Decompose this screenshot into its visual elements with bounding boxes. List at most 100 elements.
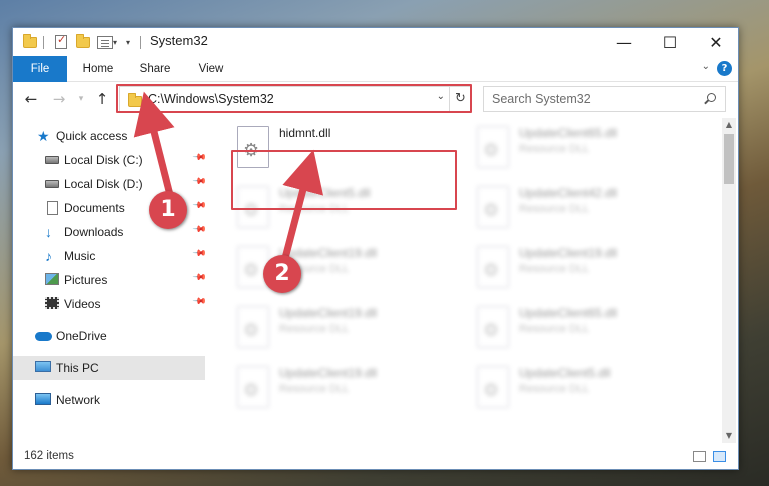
dll-file-icon	[477, 306, 509, 348]
window-folder-icon	[23, 33, 37, 50]
file-item[interactable]: UpdateClient42.dll Resource DLL	[473, 182, 693, 240]
drive-icon	[45, 180, 59, 188]
window-title: System32	[150, 33, 208, 48]
close-button[interactable]: ✕	[693, 28, 739, 56]
item-count: 162 items	[24, 450, 74, 462]
recent-locations-icon[interactable]: ▾	[71, 89, 91, 109]
file-item[interactable]: UpdateClient19.dll Resource DLL	[473, 242, 693, 300]
address-text[interactable]: C:\Windows\System32	[148, 92, 274, 106]
title-separator	[140, 34, 141, 50]
file-name: UpdateClient19.dll	[279, 306, 378, 320]
sidebar-item-pictures[interactable]: Pictures 📌	[13, 268, 207, 292]
help-icon[interactable]: ?	[717, 61, 732, 76]
vertical-scrollbar[interactable]: ▲ ▼	[722, 118, 736, 443]
file-name: hidmnt.dll	[279, 126, 331, 140]
file-item[interactable]: UpdateClient65.dll Resource DLL	[473, 122, 693, 180]
dll-file-icon	[477, 366, 509, 408]
file-type: Resource DLL	[519, 203, 590, 215]
scroll-down-icon[interactable]: ▼	[722, 429, 736, 443]
sidebar-item-label: Downloads	[64, 225, 124, 239]
file-type: Resource DLL	[279, 383, 350, 395]
scroll-up-icon[interactable]: ▲	[722, 118, 736, 132]
file-item[interactable]: UpdateClient5.dll Resource DLL	[473, 362, 693, 420]
sidebar-item-quick-access[interactable]: ★ Quick access	[13, 124, 205, 148]
dll-file-icon	[237, 306, 269, 348]
file-item[interactable]: UpdateClient19.dll Resource DLL	[233, 302, 453, 360]
dll-file-icon	[477, 186, 509, 228]
customize-qa-icon[interactable]: ▾	[126, 34, 130, 50]
maximize-button[interactable]: ☐	[647, 28, 693, 56]
sidebar-item-local-disk-c[interactable]: Local Disk (C:) 📌	[13, 148, 207, 172]
music-icon: ♪	[45, 248, 52, 264]
qa-separator	[43, 34, 44, 50]
minimize-button[interactable]: —	[601, 28, 647, 56]
details-view-icon[interactable]	[693, 451, 706, 462]
explorer-window: ▾ ▾ System32 — ☐ ✕ File Home Share View …	[12, 27, 739, 470]
up-button[interactable]: ↑	[92, 89, 112, 109]
tab-share[interactable]: Share	[130, 56, 180, 82]
dll-file-icon	[237, 366, 269, 408]
address-dropdown-icon[interactable]: ⌄	[437, 91, 445, 102]
file-name: UpdateClient19.dll	[279, 366, 378, 380]
sidebar-item-label: Quick access	[56, 129, 128, 143]
file-type: Resource DLL	[519, 383, 590, 395]
sidebar-item-label: Network	[56, 393, 101, 407]
pin-icon[interactable]: 📌	[192, 150, 207, 166]
file-item[interactable]: UpdateClient19.dll Resource DLL	[233, 362, 453, 420]
pin-icon[interactable]: 📌	[192, 198, 207, 214]
pin-icon[interactable]: 📌	[192, 222, 207, 238]
file-type: Resource DLL	[519, 323, 590, 335]
navigation-bar: ← → ▾ ↑ C:\Windows\System32 ⌄ ↻ Search S…	[13, 83, 738, 115]
tab-home[interactable]: Home	[73, 56, 123, 82]
pin-icon[interactable]: 📌	[192, 174, 207, 190]
view-options-icon[interactable]: ▾	[97, 34, 117, 50]
sidebar-item-onedrive[interactable]: OneDrive	[13, 324, 205, 348]
navigation-pane: ★ Quick access Local Disk (C:) 📌 Local D…	[13, 118, 209, 443]
large-icons-view-icon[interactable]	[713, 451, 726, 462]
tab-file[interactable]: File	[13, 56, 67, 82]
address-bar[interactable]: C:\Windows\System32 ⌄ ↻	[119, 86, 472, 112]
back-button[interactable]: ←	[21, 89, 41, 109]
expand-ribbon-icon[interactable]: ⌄	[702, 61, 710, 72]
pin-icon[interactable]: 📌	[192, 270, 207, 286]
pin-icon[interactable]: 📌	[192, 294, 207, 310]
file-highlight-box	[231, 150, 457, 210]
sidebar-item-label: Pictures	[64, 273, 108, 287]
dll-file-icon	[477, 126, 509, 168]
dll-file-icon	[477, 246, 509, 288]
sidebar-item-label: This PC	[56, 361, 99, 375]
sidebar-item-label: Local Disk (D:)	[64, 177, 143, 191]
sidebar-item-network[interactable]: Network	[13, 388, 205, 412]
file-type: Resource DLL	[279, 323, 350, 335]
sidebar-item-label: Documents	[64, 201, 125, 215]
search-placeholder: Search System32	[492, 92, 591, 106]
sidebar-item-this-pc[interactable]: This PC	[13, 356, 205, 380]
downloads-icon: ↓	[45, 224, 52, 240]
computer-icon	[35, 361, 51, 372]
status-bar: 162 items	[13, 446, 738, 468]
new-folder-icon[interactable]	[76, 33, 90, 50]
tab-view[interactable]: View	[186, 56, 236, 82]
sidebar-item-label: Videos	[64, 297, 101, 311]
drive-icon	[45, 156, 59, 164]
search-icon[interactable]	[707, 93, 716, 102]
pictures-icon	[45, 273, 59, 285]
file-name: UpdateClient19.dll	[279, 246, 378, 260]
search-input[interactable]: Search System32	[483, 86, 726, 112]
sidebar-item-label: OneDrive	[56, 329, 107, 343]
sidebar-item-music[interactable]: ♪ Music 📌	[13, 244, 207, 268]
sidebar-item-videos[interactable]: Videos 📌	[13, 292, 207, 316]
file-item[interactable]: UpdateClient65.dll Resource DLL	[473, 302, 693, 360]
pin-icon[interactable]: 📌	[192, 246, 207, 262]
documents-icon	[47, 201, 58, 215]
properties-icon[interactable]	[55, 33, 67, 50]
refresh-button[interactable]: ↻	[449, 87, 471, 111]
file-name: UpdateClient65.dll	[519, 306, 618, 320]
scroll-thumb[interactable]	[724, 134, 734, 184]
forward-button[interactable]: →	[49, 89, 69, 109]
sidebar-item-label: Local Disk (C:)	[64, 153, 143, 167]
file-name: UpdateClient42.dll	[519, 186, 618, 200]
onedrive-icon	[35, 332, 52, 341]
star-icon: ★	[37, 128, 50, 144]
file-name: UpdateClient19.dll	[519, 246, 618, 260]
